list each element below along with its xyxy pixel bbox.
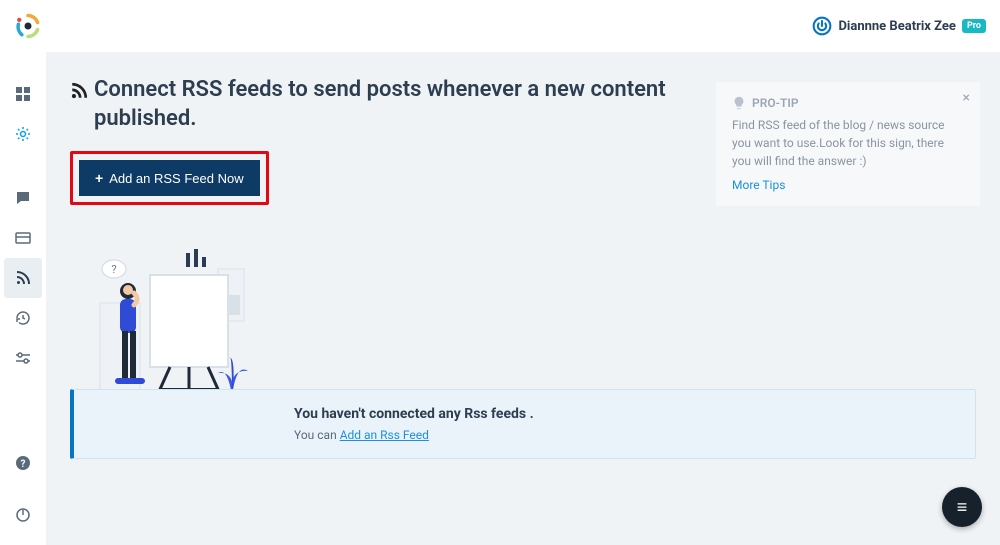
card-icon: [15, 230, 31, 246]
sidebar-item-rss[interactable]: [4, 258, 42, 298]
app-logo: [14, 12, 42, 40]
power-icon: [15, 507, 31, 523]
sidebar-item-sliders[interactable]: [0, 338, 46, 378]
sliders-icon: [15, 350, 31, 366]
empty-state-sub: You can Add an Rss Feed: [294, 428, 955, 442]
pro-tip-body: Find RSS feed of the blog / news source …: [732, 116, 964, 170]
empty-illustration: ?: [84, 239, 976, 413]
topbar: Diannne Beatrix Zee Pro: [0, 0, 1000, 52]
sidebar-item-history[interactable]: [0, 298, 46, 338]
menu-icon: ≡: [957, 497, 968, 518]
add-rss-feed-button-label: Add an RSS Feed Now: [109, 171, 243, 186]
add-rss-feed-button[interactable]: + Add an RSS Feed Now: [79, 160, 260, 196]
user-name: Diannne Beatrix Zee: [838, 19, 955, 34]
empty-state-title: You haven't connected any Rss feeds .: [294, 406, 955, 422]
svg-text:?: ?: [21, 459, 26, 470]
more-tips-link[interactable]: More Tips: [732, 178, 785, 192]
pro-tip-header: PRO-TIP: [732, 96, 964, 110]
svg-text:?: ?: [111, 263, 116, 276]
close-icon[interactable]: ×: [963, 90, 970, 106]
pro-tip-panel: × PRO-TIP Find RSS feed of the blog / ne…: [716, 82, 980, 206]
user-area[interactable]: Diannne Beatrix Zee Pro: [812, 16, 986, 36]
rss-icon: [70, 82, 88, 100]
gear-icon: [15, 126, 31, 142]
sidebar-item-dashboard[interactable]: [0, 74, 46, 114]
history-icon: [15, 310, 31, 326]
sidebar-item-logout[interactable]: [0, 495, 46, 535]
sidebar-item-card[interactable]: [0, 218, 46, 258]
rss-icon: [15, 270, 31, 286]
power-icon: [812, 16, 832, 36]
empty-state-banner: You haven't connected any Rss feeds . Yo…: [70, 389, 976, 459]
sidebar: ?: [0, 52, 46, 545]
sidebar-item-settings-gear[interactable]: [0, 114, 46, 154]
grid-icon: [15, 86, 31, 102]
lightbulb-icon: [732, 96, 746, 110]
sidebar-item-chat[interactable]: [0, 178, 46, 218]
fab-menu-button[interactable]: ≡: [942, 487, 982, 527]
plus-icon: +: [95, 170, 103, 186]
pro-badge: Pro: [962, 19, 986, 33]
highlight-annotation: + Add an RSS Feed Now: [70, 151, 269, 205]
page-heading-row: Connect RSS feeds to send posts whenever…: [70, 76, 690, 133]
add-rss-feed-link[interactable]: Add an Rss Feed: [340, 428, 429, 442]
sidebar-item-help[interactable]: ?: [0, 443, 46, 483]
content: Connect RSS feeds to send posts whenever…: [46, 52, 1000, 545]
help-icon: ?: [15, 455, 31, 471]
page-title: Connect RSS feeds to send posts whenever…: [94, 76, 690, 133]
chat-icon: [15, 190, 31, 206]
